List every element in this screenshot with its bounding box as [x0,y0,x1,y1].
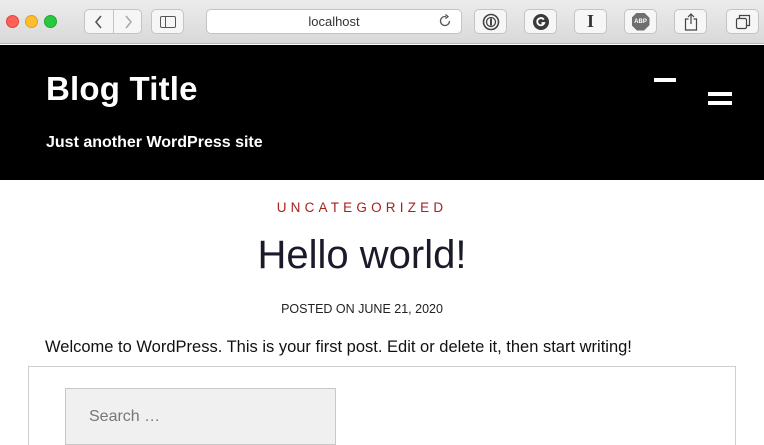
post-meta: POSTED ON JUNE 21, 2020 [281,302,443,316]
minimize-window-button[interactable] [25,15,38,28]
hamburger-icon-bottom-bar [708,101,732,105]
tab-overview-button[interactable] [726,9,759,34]
menu-toggle-button[interactable] [652,75,740,115]
search-toggle-icon[interactable] [654,78,676,82]
zoom-window-button[interactable] [44,15,57,28]
search-input[interactable] [65,388,336,445]
back-button[interactable] [85,10,113,33]
site-title[interactable]: Blog Title [46,70,198,108]
navigation-buttons [84,9,142,34]
tabs-overview-icon [735,14,750,29]
post-title[interactable]: Hello world! [0,233,724,278]
adblock-plus-extension-button[interactable]: ABP [624,9,657,34]
post-category-link[interactable]: UNCATEGORIZED [0,200,724,215]
share-icon [684,12,697,31]
close-window-button[interactable] [6,15,19,28]
reload-icon[interactable] [437,13,453,29]
instapaper-icon: I [586,11,594,31]
site-header: Blog Title Just another WordPress site [0,45,764,180]
chevron-left-icon [94,14,102,29]
browser-toolbar: localhost I ABP [0,0,764,44]
hamburger-icon-top-bar [708,92,732,96]
password-manager-extension-button[interactable] [474,9,507,34]
post-excerpt: Welcome to WordPress. This is your first… [45,338,632,356]
instapaper-extension-button[interactable]: I [574,9,607,34]
grammarly-extension-button[interactable] [524,9,557,34]
password-manager-icon [482,13,499,30]
adblock-plus-icon: ABP [631,12,650,31]
site-tagline: Just another WordPress site [46,134,263,151]
address-text: localhost [308,14,360,29]
chevron-right-icon [125,14,133,29]
grammarly-icon [532,13,549,30]
address-bar[interactable]: localhost [206,9,462,34]
sidebar-icon [159,15,176,28]
forward-button[interactable] [114,10,142,33]
share-button[interactable] [674,9,707,34]
widget-area [28,366,736,445]
sidebar-toggle-button[interactable] [151,9,184,34]
